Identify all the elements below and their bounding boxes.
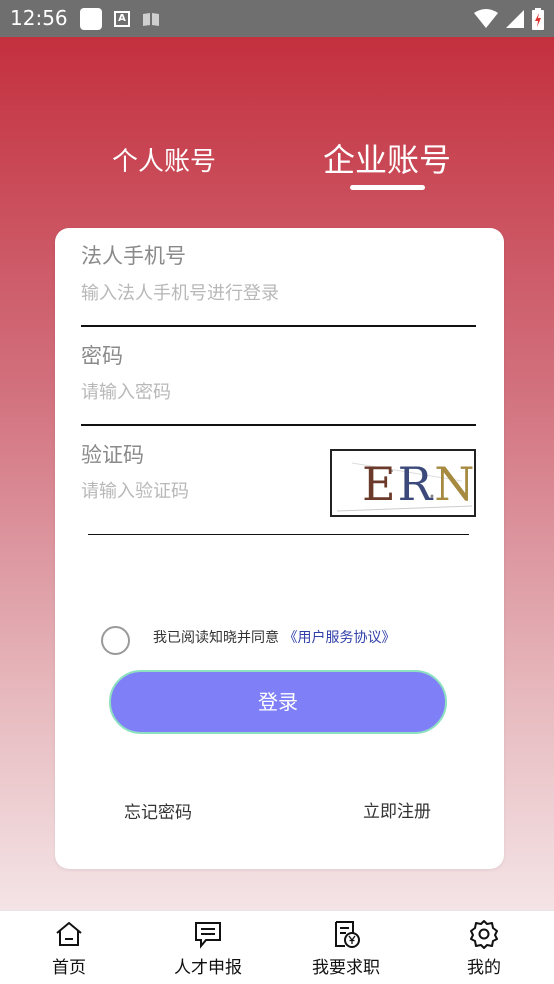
nav-home-label: 首页	[52, 958, 86, 978]
battery-icon	[532, 8, 544, 30]
a-letter-icon: A	[114, 11, 130, 27]
nav-mine-label: 我的	[467, 958, 501, 978]
password-input[interactable]	[81, 377, 476, 407]
captcha-label: 验证码	[81, 443, 144, 467]
status-time: 12:56	[10, 6, 68, 30]
message-icon	[195, 922, 221, 949]
login-button[interactable]: 登录	[109, 670, 447, 734]
nav-mine[interactable]: 我的	[434, 919, 534, 978]
login-card: 法人手机号 密码 验证码 ERN8 我已阅读知晓并同意 《用户服务协议》 登录 …	[55, 228, 504, 869]
nav-talent-apply[interactable]: 人才申报	[158, 919, 258, 978]
status-bar: 12:56 A	[0, 0, 554, 37]
home-icon	[56, 921, 82, 946]
password-label: 密码	[81, 344, 123, 368]
book-icon	[143, 13, 159, 26]
phone-input[interactable]	[81, 278, 476, 308]
status-left-icons: A	[80, 8, 160, 30]
password-underline	[81, 424, 476, 426]
gear-icon	[470, 920, 498, 949]
status-right-icons	[474, 8, 544, 30]
phone-label: 法人手机号	[81, 244, 186, 268]
tab-enterprise-account[interactable]: 企业账号	[323, 135, 451, 181]
bottom-nav: 首页 人才申报 我要求职 我的	[0, 910, 554, 984]
nav-job-seek[interactable]: 我要求职	[296, 919, 396, 978]
agreement-label: 我已阅读知晓并同意	[153, 630, 279, 646]
captcha-image[interactable]: ERN8	[330, 449, 476, 517]
register-link[interactable]: 立即注册	[363, 797, 431, 822]
tab-personal-account[interactable]: 个人账号	[112, 141, 216, 178]
forgot-password-link[interactable]: 忘记密码	[124, 798, 192, 823]
nav-home[interactable]: 首页	[19, 919, 119, 978]
active-tab-indicator	[350, 185, 425, 190]
captcha-text: ERN8	[362, 457, 476, 511]
agreement-text: 我已阅读知晓并同意 《用户服务协议》	[153, 627, 395, 647]
signal-icon	[506, 10, 524, 28]
wifi-icon	[474, 9, 498, 28]
agreement-checkbox[interactable]	[101, 626, 130, 655]
user-agreement-link[interactable]: 《用户服务协议》	[283, 630, 395, 646]
nav-job-seek-label: 我要求职	[312, 958, 380, 978]
document-yen-icon	[335, 921, 360, 948]
phone-underline	[81, 325, 476, 327]
nav-talent-apply-label: 人才申报	[174, 958, 242, 978]
notification-square-icon	[80, 8, 102, 30]
captcha-input[interactable]	[81, 476, 321, 506]
captcha-underline	[88, 534, 469, 535]
account-tabs: 个人账号 企业账号	[0, 135, 554, 195]
